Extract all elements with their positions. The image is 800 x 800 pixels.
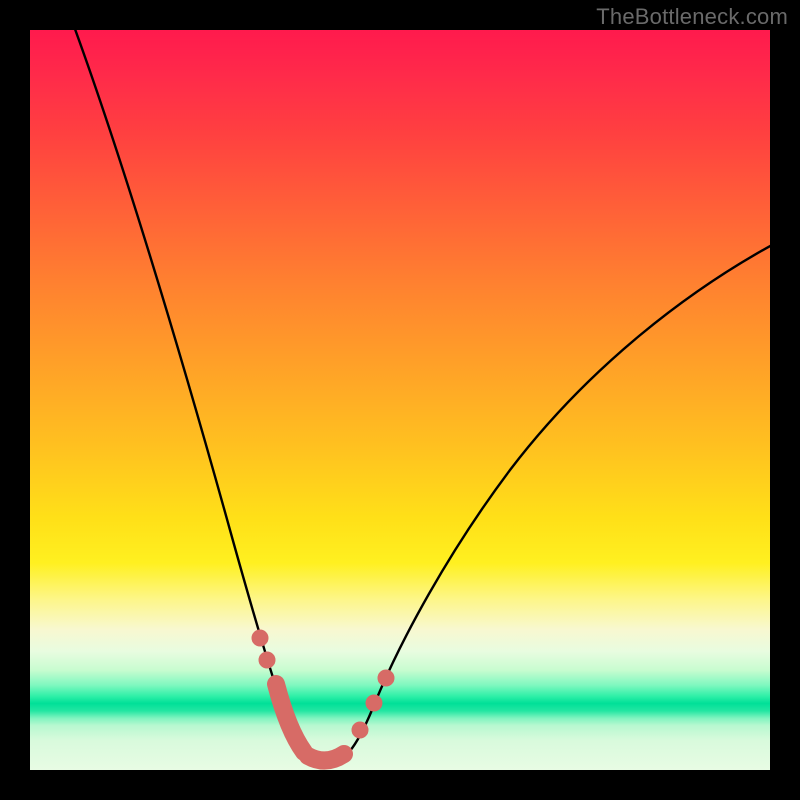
trough-markers: [252, 630, 394, 761]
plot-area: [30, 30, 770, 770]
watermark-text: TheBottleneck.com: [596, 4, 788, 30]
chart-frame: TheBottleneck.com: [0, 0, 800, 800]
bottleneck-curve: [30, 30, 770, 770]
curve-path: [68, 30, 770, 763]
